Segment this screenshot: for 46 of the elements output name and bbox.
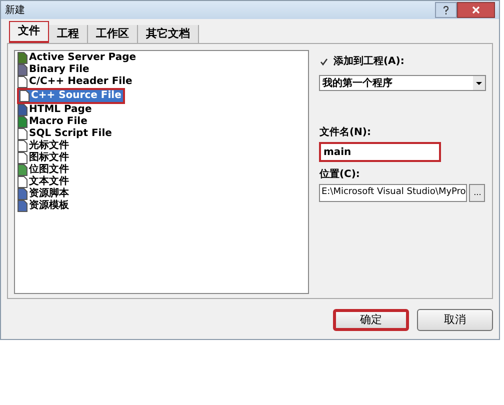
file-icon	[17, 116, 28, 128]
file-icon	[17, 200, 28, 212]
checkbox[interactable]	[319, 56, 330, 66]
project-dropdown[interactable]: 我的第一个程序	[319, 75, 486, 91]
close-button[interactable]	[457, 2, 495, 18]
list-item[interactable]: 文本文件	[17, 176, 71, 188]
file-icon	[17, 76, 28, 88]
file-icon	[19, 90, 30, 102]
file-icon	[17, 104, 28, 116]
file-icon	[17, 52, 28, 64]
tab[interactable]: 文件	[9, 21, 49, 43]
location-field[interactable]: E:\Microsoft Visual Studio\MyPro	[319, 184, 468, 202]
window-title: 新建	[5, 4, 25, 18]
dialog-button[interactable]: 取消	[417, 309, 493, 331]
file-icon	[17, 164, 28, 176]
file-icon	[17, 140, 28, 152]
list-item[interactable]: 资源脚本	[17, 188, 71, 200]
tab[interactable]: 工作区	[88, 25, 138, 43]
tab[interactable]: 工程	[49, 25, 88, 43]
location-label: 位置(C):	[319, 168, 361, 182]
list-item[interactable]: 资源模板	[17, 200, 71, 212]
file-name-field[interactable]: main	[319, 142, 442, 162]
list-item[interactable]: Macro File	[17, 116, 90, 128]
list-item[interactable]: Binary File	[17, 64, 92, 76]
help-button[interactable]	[435, 2, 457, 18]
file-icon	[17, 188, 28, 200]
file-name-label: 文件名(N):	[319, 126, 372, 140]
list-item[interactable]: 图标文件	[17, 152, 71, 164]
list-item[interactable]: Active Server Page	[17, 52, 138, 64]
list-item[interactable]: C++ Source File	[17, 88, 126, 104]
file-icon	[17, 152, 28, 164]
checkbox-label: 添加到工程(A):	[333, 54, 404, 69]
file-icon	[17, 176, 28, 188]
check-icon	[320, 58, 328, 66]
file-icon	[17, 128, 28, 140]
list-item[interactable]: 位图文件	[17, 164, 71, 176]
list-item[interactable]: SQL Script File	[17, 128, 114, 140]
dialog-button[interactable]: 确定	[333, 309, 409, 331]
list-item[interactable]: 光标文件	[17, 140, 71, 152]
browse-button[interactable]: ...	[469, 184, 486, 202]
close-icon	[472, 6, 480, 14]
help-icon	[443, 6, 449, 14]
list-item[interactable]: C/C++ Header File	[17, 76, 134, 88]
file-icon	[17, 64, 28, 76]
tab[interactable]: 其它文档	[138, 25, 199, 43]
list-item[interactable]: HTML Page	[17, 104, 94, 116]
